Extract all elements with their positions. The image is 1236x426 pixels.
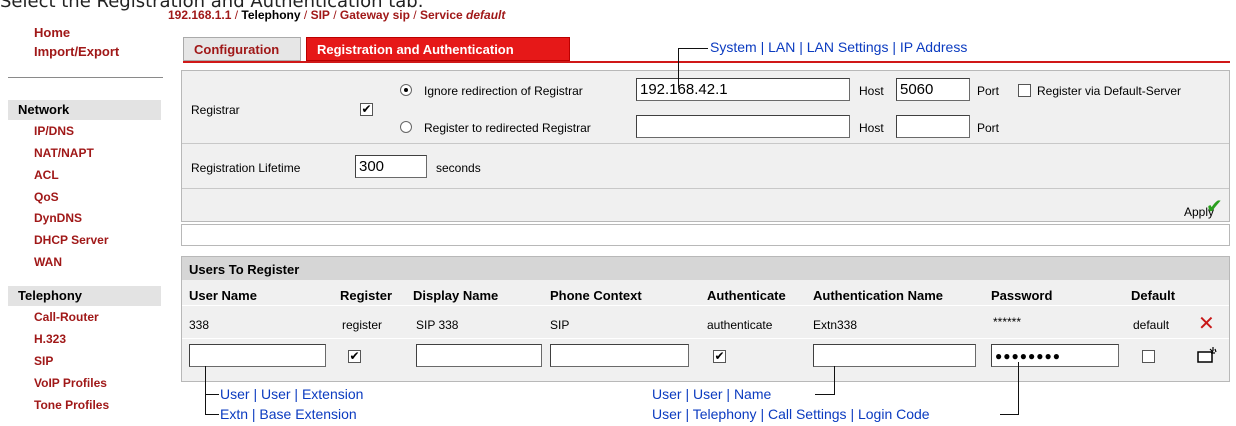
breadcrumb-sip[interactable]: SIP xyxy=(311,8,330,22)
sidebar-item-tone-profiles[interactable]: Tone Profiles xyxy=(34,398,109,412)
tab-configuration[interactable]: Configuration xyxy=(183,37,301,61)
default-server-checkbox[interactable] xyxy=(1018,84,1031,97)
host-label: Host xyxy=(859,121,884,135)
sidebar-item-dhcp-server[interactable]: DHCP Server xyxy=(34,233,108,247)
col-header-authenticate: Authenticate xyxy=(707,288,786,303)
cell-default: default xyxy=(1133,318,1170,332)
col-header-password: Password xyxy=(991,288,1053,303)
ignore-redirection-radio[interactable] xyxy=(400,84,412,96)
col-header-register: Register xyxy=(340,288,393,303)
ignore-redirection-label: Ignore redirection of Registrar xyxy=(424,84,583,98)
row-divider xyxy=(182,305,1229,306)
annotation-system-lan: System | LAN | LAN Settings | IP Address xyxy=(710,39,968,55)
sidebar-item-qos[interactable]: QoS xyxy=(34,190,59,204)
annotation-login-code: User | Telephony | Call Settings | Login… xyxy=(652,406,930,422)
new-phone-context-input[interactable] xyxy=(550,344,689,367)
sidebar-item-call-router[interactable]: Call-Router xyxy=(34,310,99,324)
annotation-line xyxy=(205,394,219,395)
annotation-line xyxy=(678,48,708,49)
row-divider xyxy=(182,338,1229,339)
annotation-line xyxy=(1018,362,1019,415)
cell-password: ****** xyxy=(993,315,1022,329)
users-title: Users To Register xyxy=(189,262,300,277)
add-user-icon[interactable] xyxy=(1196,346,1218,366)
redirected-port-input[interactable] xyxy=(896,115,970,138)
new-password-input[interactable]: ●●●●●●●● xyxy=(991,344,1119,367)
new-default-checkbox[interactable] xyxy=(1142,350,1155,363)
lifetime-input[interactable] xyxy=(355,155,427,178)
breadcrumb-service-name[interactable]: default xyxy=(466,8,505,22)
users-header-bar xyxy=(182,257,1229,280)
port-label: Port xyxy=(977,84,1000,98)
row-divider xyxy=(182,188,1229,189)
sidebar-item-import-export[interactable]: Import/Export xyxy=(34,44,119,59)
sidebar-item-h323[interactable]: H.323 xyxy=(34,332,66,346)
col-header-authentication-name: Authentication Name xyxy=(813,288,944,303)
annotation-line xyxy=(678,48,679,88)
breadcrumb-separator: / xyxy=(300,8,311,22)
breadcrumb-separator: / xyxy=(231,8,242,22)
apply-check-icon[interactable]: ✔ xyxy=(1206,194,1223,219)
cell-phone-context: SIP xyxy=(550,318,570,332)
col-header-display-name: Display Name xyxy=(413,288,499,303)
breadcrumb-telephony: Telephony xyxy=(241,8,301,22)
new-user-name-input[interactable] xyxy=(189,344,326,367)
register-redirected-label: Register to redirected Registrar xyxy=(424,121,591,135)
sidebar-item-home[interactable]: Home xyxy=(34,25,70,40)
annotation-line xyxy=(1000,414,1019,415)
sidebar-item-ip-dns[interactable]: IP/DNS xyxy=(34,124,74,138)
default-server-label: Register via Default-Server xyxy=(1037,84,1182,98)
registrar-host-input[interactable] xyxy=(636,78,850,101)
breadcrumb-gateway[interactable]: Gateway sip xyxy=(340,8,410,22)
breadcrumb-separator: / xyxy=(329,8,340,22)
new-authenticate-checkbox[interactable]: ✔ xyxy=(713,350,726,363)
annotation-user-name: User | User | Name xyxy=(652,386,772,402)
row-divider xyxy=(182,143,1229,144)
tab-registration-authentication[interactable]: Registration and Authentication xyxy=(306,37,570,61)
sidebar-divider xyxy=(8,77,163,78)
annotation-line xyxy=(815,394,835,395)
breadcrumb: 192.168.1.1 / Telephony / SIP / Gateway … xyxy=(168,8,505,22)
annotation-line xyxy=(834,366,835,395)
cell-display-name: SIP 338 xyxy=(416,318,459,332)
annotation-line xyxy=(205,366,206,415)
port-label: Port xyxy=(977,121,1000,135)
cell-user-name: 338 xyxy=(189,318,210,332)
col-header-default: Default xyxy=(1131,288,1176,303)
sidebar-item-voip-profiles[interactable]: VoIP Profiles xyxy=(34,376,107,390)
sidebar-item-sip[interactable]: SIP xyxy=(34,354,53,368)
registrar-enabled-checkbox[interactable]: ✔ xyxy=(360,103,373,116)
breadcrumb-service[interactable]: Service xyxy=(420,8,466,22)
new-auth-name-input[interactable] xyxy=(813,344,976,367)
sidebar-section-network: Network xyxy=(8,100,161,120)
sidebar-item-dyndns[interactable]: DynDNS xyxy=(34,211,82,225)
annotation-line xyxy=(205,414,219,415)
new-register-checkbox[interactable]: ✔ xyxy=(348,350,361,363)
annotation-base-extension: Extn | Base Extension xyxy=(220,406,357,422)
cell-register: register xyxy=(342,318,383,332)
cell-authenticate: authenticate xyxy=(707,318,773,332)
breadcrumb-separator: / xyxy=(409,8,420,22)
col-header-phone-context: Phone Context xyxy=(550,288,642,303)
sidebar-item-wan[interactable]: WAN xyxy=(34,255,62,269)
sidebar-section-telephony: Telephony xyxy=(8,286,161,306)
new-display-name-input[interactable] xyxy=(416,344,542,367)
host-label: Host xyxy=(859,84,884,98)
register-redirected-radio[interactable] xyxy=(400,121,412,133)
redirected-host-input[interactable] xyxy=(636,115,850,138)
spacer-row xyxy=(181,224,1230,246)
registrar-label: Registrar xyxy=(191,103,240,117)
annotation-user-extension: User | User | Extension xyxy=(220,386,364,402)
sidebar-item-nat-napt[interactable]: NAT/NAPT xyxy=(34,146,94,160)
sidebar-item-acl[interactable]: ACL xyxy=(34,168,59,182)
delete-user-icon[interactable]: ✕ xyxy=(1198,311,1215,336)
cell-auth-name: Extn338 xyxy=(813,318,858,332)
sidebar-nav: Home Import/Export Network IP/DNS NAT/NA… xyxy=(0,0,166,426)
lifetime-label: Registration Lifetime xyxy=(191,161,301,175)
breadcrumb-ip[interactable]: 192.168.1.1 xyxy=(168,8,231,22)
col-header-user-name: User Name xyxy=(189,288,257,303)
tab-underline xyxy=(183,61,1230,63)
registrar-port-input[interactable] xyxy=(896,78,970,101)
lifetime-unit: seconds xyxy=(436,161,481,175)
